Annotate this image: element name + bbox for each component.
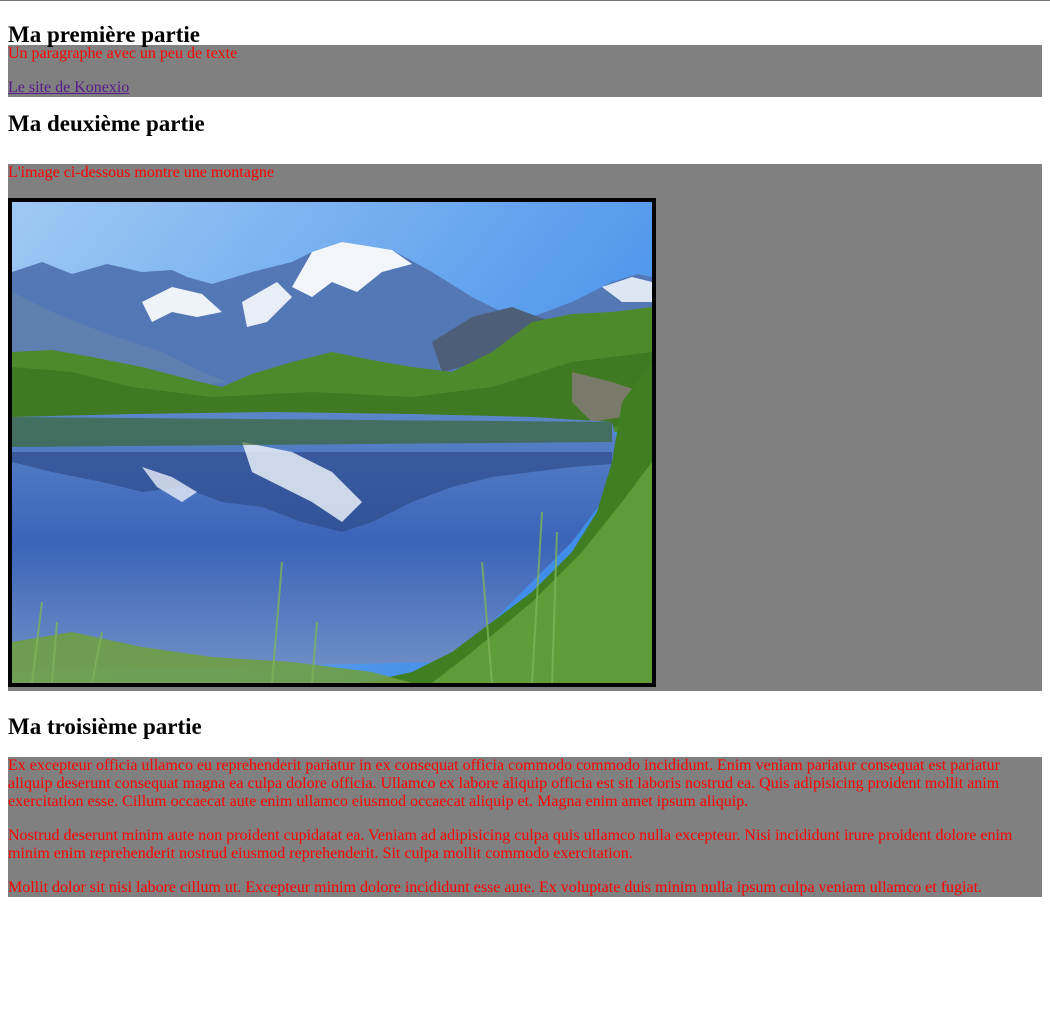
paragraph: L'image ci-dessous montre une montagne xyxy=(8,164,274,181)
content-box: Un paragraphe avec un peu de texte Le si… xyxy=(8,45,1042,97)
section-third: Ma troisième partie Ex excepteur officia… xyxy=(8,691,1042,897)
section-heading: Ma troisième partie xyxy=(8,714,202,739)
paragraph: Un paragraphe avec un peu de texte xyxy=(8,45,238,62)
section-heading: Ma deuxième partie xyxy=(8,111,205,136)
paragraph: Mollit dolor sit nisi labore cillum ut. … xyxy=(8,879,983,896)
content-box: L'image ci-dessous montre une montagne xyxy=(8,164,1042,691)
content-box: Ex excepteur officia ullamco eu reprehen… xyxy=(8,757,1042,897)
konexio-link[interactable]: Le site de Konexio xyxy=(8,79,129,96)
section-first: Ma première partie Un paragraphe avec un… xyxy=(8,1,1042,97)
section-heading: Ma première partie xyxy=(8,22,201,47)
page: Ma première partie Un paragraphe avec un… xyxy=(0,1,1050,897)
section-second: Ma deuxième partie L'image ci-dessous mo… xyxy=(8,97,1042,691)
mountain-image xyxy=(8,198,656,687)
paragraph: Ex excepteur officia ullamco eu reprehen… xyxy=(8,757,1000,810)
paragraph: Nostrud deserunt minim aute non proident… xyxy=(8,827,1013,862)
